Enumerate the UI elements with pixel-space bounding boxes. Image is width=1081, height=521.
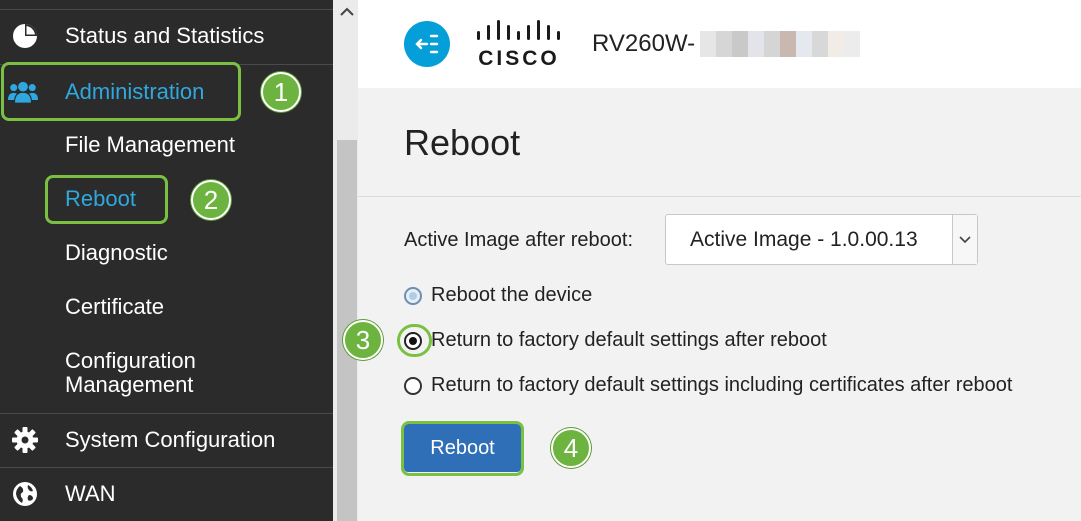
subnav-item-diagnostic[interactable]: Diagnostic xyxy=(65,241,168,265)
nav-item-wan[interactable]: WAN xyxy=(0,472,333,516)
highlight-factory-radio xyxy=(397,324,432,357)
pie-chart-icon xyxy=(10,21,40,51)
radio-label: Return to factory default settings inclu… xyxy=(431,374,1013,396)
radio-factory-default-certificates[interactable]: Return to factory default settings inclu… xyxy=(404,374,1012,397)
highlight-reboot-button xyxy=(401,421,524,476)
step-badge-2: 2 xyxy=(191,180,231,220)
subnav-label-line: Configuration xyxy=(65,348,196,373)
subnav-item-file-management[interactable]: File Management xyxy=(65,133,235,157)
nav-item-status[interactable]: Status and Statistics xyxy=(0,14,333,58)
chevron-down-icon[interactable] xyxy=(952,215,977,264)
radio-button[interactable] xyxy=(404,286,422,305)
globe-icon xyxy=(10,479,40,509)
active-image-label: Active Image after reboot: xyxy=(404,229,634,251)
step-badge-4: 4 xyxy=(551,428,591,468)
cisco-logo: CISCO xyxy=(475,18,565,70)
svg-text:CISCO: CISCO xyxy=(478,47,560,68)
radio-reboot-device[interactable]: Reboot the device xyxy=(404,284,592,307)
nav-label: System Configuration xyxy=(65,427,276,452)
title-divider xyxy=(358,196,1081,197)
nav-divider xyxy=(0,467,333,468)
highlight-administration xyxy=(1,62,241,121)
scroll-up-icon[interactable] xyxy=(337,2,357,22)
step-badge-3: 3 xyxy=(343,320,383,360)
active-image-select-value: Active Image - 1.0.00.13 xyxy=(690,228,918,251)
nav-label: Status and Statistics xyxy=(65,23,265,48)
radio-factory-default[interactable]: Return to factory default settings after… xyxy=(404,329,827,352)
radio-label: Reboot the device xyxy=(431,284,593,306)
nav-item-system-configuration[interactable]: System Configuration xyxy=(0,418,333,462)
radio-label: Return to factory default settings after… xyxy=(431,329,827,351)
nav-divider xyxy=(0,9,333,10)
gear-icon xyxy=(10,425,40,455)
redacted-serial xyxy=(700,31,860,57)
subnav-label-line: Management xyxy=(65,372,194,397)
highlight-reboot-nav xyxy=(45,175,168,224)
app-menu-icon[interactable] xyxy=(404,21,450,67)
page-title: Reboot xyxy=(404,122,521,163)
device-name: RV260W- xyxy=(592,30,696,57)
nav-divider xyxy=(0,413,333,414)
nav-label: WAN xyxy=(65,481,116,506)
radio-button[interactable] xyxy=(404,376,422,395)
step-badge-1: 1 xyxy=(261,72,301,112)
subnav-item-certificate[interactable]: Certificate xyxy=(65,295,164,319)
